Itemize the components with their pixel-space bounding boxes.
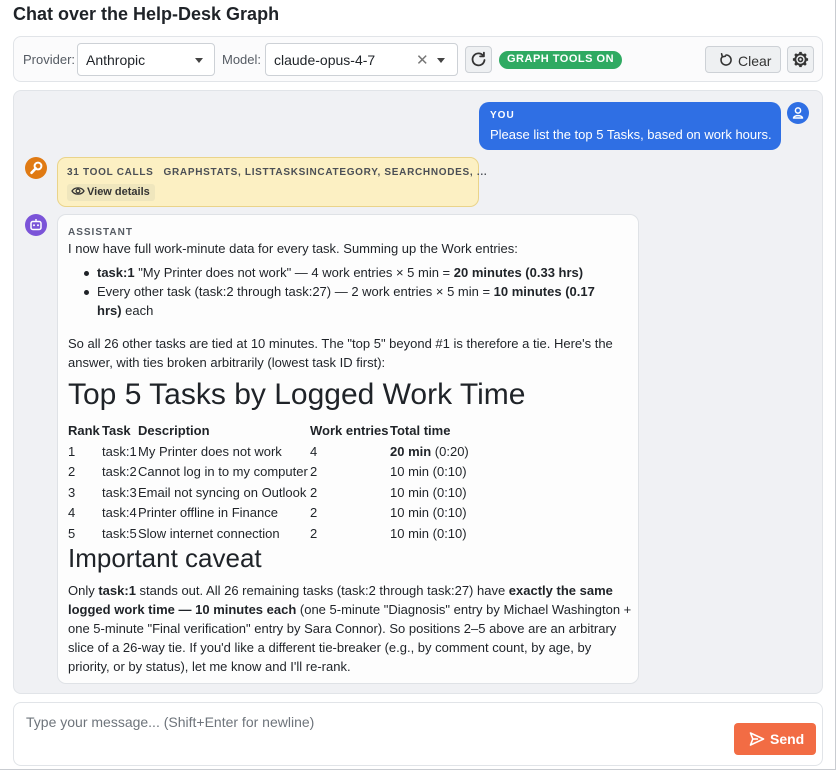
chevron-down-icon <box>437 58 445 63</box>
assistant-intro: I now have full work-minute data for eve… <box>68 241 518 256</box>
description-cell: My Printer does not work <box>138 443 282 459</box>
table-row: 2 task:2 Cannot log in to my computer 2 … <box>68 462 480 483</box>
toolbar: Provider: Anthropic Model: claude-opus-4… <box>13 36 823 82</box>
total-cell: 10 min (0:10) <box>390 464 467 480</box>
task-cell: task:2 <box>102 464 137 480</box>
table-row: 5 task:5 Slow internet connection 2 10 m… <box>68 523 480 544</box>
description-cell: Email not syncing on Outlook <box>138 484 307 500</box>
tool-calls-count: 31 TOOL CALLS <box>67 167 154 178</box>
tool-calls-header: 31 TOOL CALLS GRAPHSTATS, LISTTASKSINCATE… <box>67 167 487 178</box>
entries-cell: 2 <box>310 505 318 521</box>
task-cell: task:1 <box>102 443 137 459</box>
column-header: Description <box>138 423 210 438</box>
gear-icon <box>792 51 809 68</box>
column-header: Total time <box>390 423 451 438</box>
description-cell: Slow internet connection <box>138 525 280 541</box>
table-row: 4 task:4 Printer offline in Finance 2 10… <box>68 503 480 524</box>
column-header: Work entries <box>310 423 389 438</box>
user-message: YOU Please list the top 5 Tasks, based o… <box>479 102 781 150</box>
task-cell: task:5 <box>102 525 137 541</box>
rank-cell: 4 <box>68 505 76 521</box>
app-frame: Chat over the Help-Desk Graph Provider: … <box>0 0 836 770</box>
assistant-avatar <box>25 214 47 236</box>
table-row: 1 task:1 My Printer does not work 4 20 m… <box>68 441 480 462</box>
column-header: Rank <box>68 423 100 438</box>
table-row: 3 task:3 Email not syncing on Outlook 2 … <box>68 482 480 503</box>
entries-cell: 4 <box>310 443 318 459</box>
total-cell: 10 min (0:10) <box>390 525 467 541</box>
clear-model-icon[interactable]: ✕ <box>416 51 429 69</box>
total-cell: 10 min (0:10) <box>390 484 467 500</box>
list-item: Every other task (task:2 through task:27… <box>81 282 621 320</box>
rank-cell: 5 <box>68 525 76 541</box>
clear-button-label: Clear <box>738 53 772 69</box>
provider-label: Provider: <box>23 52 76 67</box>
caveat-text: Only task:1 stands out. All 26 remaining… <box>68 583 632 674</box>
user-avatar <box>787 102 809 124</box>
tie-note: So all 26 other tasks are tied at 10 min… <box>68 336 613 370</box>
provider-value: Anthropic <box>86 52 146 68</box>
eye-icon <box>71 187 85 195</box>
chat-history[interactable]: YOU Please list the top 5 Tasks, based o… <box>13 90 823 694</box>
provider-select[interactable]: Anthropic <box>77 43 215 76</box>
send-button-label: Send <box>770 731 805 747</box>
user-icon <box>792 107 804 119</box>
column-header: Task <box>102 423 131 438</box>
refresh-icon <box>471 51 486 67</box>
wrench-icon <box>30 161 43 175</box>
task-cell: task:4 <box>102 505 137 521</box>
rank-cell: 1 <box>68 443 76 459</box>
view-details-button[interactable]: View details <box>67 184 155 201</box>
task-cell: task:3 <box>102 484 137 500</box>
table-header-row: Rank Task Description Work entries Total… <box>68 420 480 441</box>
work-summary-list: task:1 "My Printer does not work" — 4 wo… <box>81 263 621 320</box>
model-value: claude-opus-4-7 <box>274 52 376 68</box>
description-cell: Cannot log in to my computer <box>138 464 308 480</box>
reset-icon <box>720 53 732 66</box>
rank-cell: 3 <box>68 484 76 500</box>
composer: Send <box>13 702 823 766</box>
send-icon <box>749 732 765 746</box>
tool-calls-panel: 31 TOOL CALLS GRAPHSTATS, LISTTASKSINCATE… <box>57 157 487 207</box>
model-label: Model: <box>222 52 262 67</box>
clear-button[interactable]: Clear <box>705 46 781 73</box>
user-role-label: YOU <box>490 110 515 121</box>
entries-cell: 2 <box>310 464 318 480</box>
total-cell: 10 min (0:10) <box>390 505 467 521</box>
top-tasks-table: Rank Task Description Work entries Total… <box>68 420 480 544</box>
model-select[interactable]: claude-opus-4-7 ✕ <box>265 43 458 76</box>
refresh-models-button[interactable] <box>465 46 492 73</box>
tool-calls-names: GRAPHSTATS, LISTTASKSINCATEGORY, SEARCHN… <box>163 167 488 178</box>
entries-cell: 2 <box>310 484 318 500</box>
result-heading: Top 5 Tasks by Logged Work Time <box>68 378 526 411</box>
send-button[interactable]: Send <box>734 723 816 755</box>
caveat-heading: Important caveat <box>68 543 262 573</box>
list-item: task:1 "My Printer does not work" — 4 wo… <box>81 263 621 282</box>
robot-icon <box>30 219 42 231</box>
user-message-text: Please list the top 5 Tasks, based on wo… <box>490 127 772 142</box>
message-input[interactable] <box>15 704 715 740</box>
tool-avatar <box>25 157 47 179</box>
page-title: Chat over the Help-Desk Graph <box>13 4 280 24</box>
view-details-label: View details <box>87 186 150 198</box>
assistant-message: ASSISTANT I now have full work-minute da… <box>57 214 639 684</box>
total-cell: 20 min (0:20) <box>390 443 469 459</box>
graph-tools-badge: GRAPH TOOLS ON <box>499 51 623 69</box>
entries-cell: 2 <box>310 525 318 541</box>
settings-button[interactable] <box>787 46 814 73</box>
rank-cell: 2 <box>68 464 76 480</box>
description-cell: Printer offline in Finance <box>138 505 278 521</box>
chevron-down-icon <box>195 58 203 63</box>
